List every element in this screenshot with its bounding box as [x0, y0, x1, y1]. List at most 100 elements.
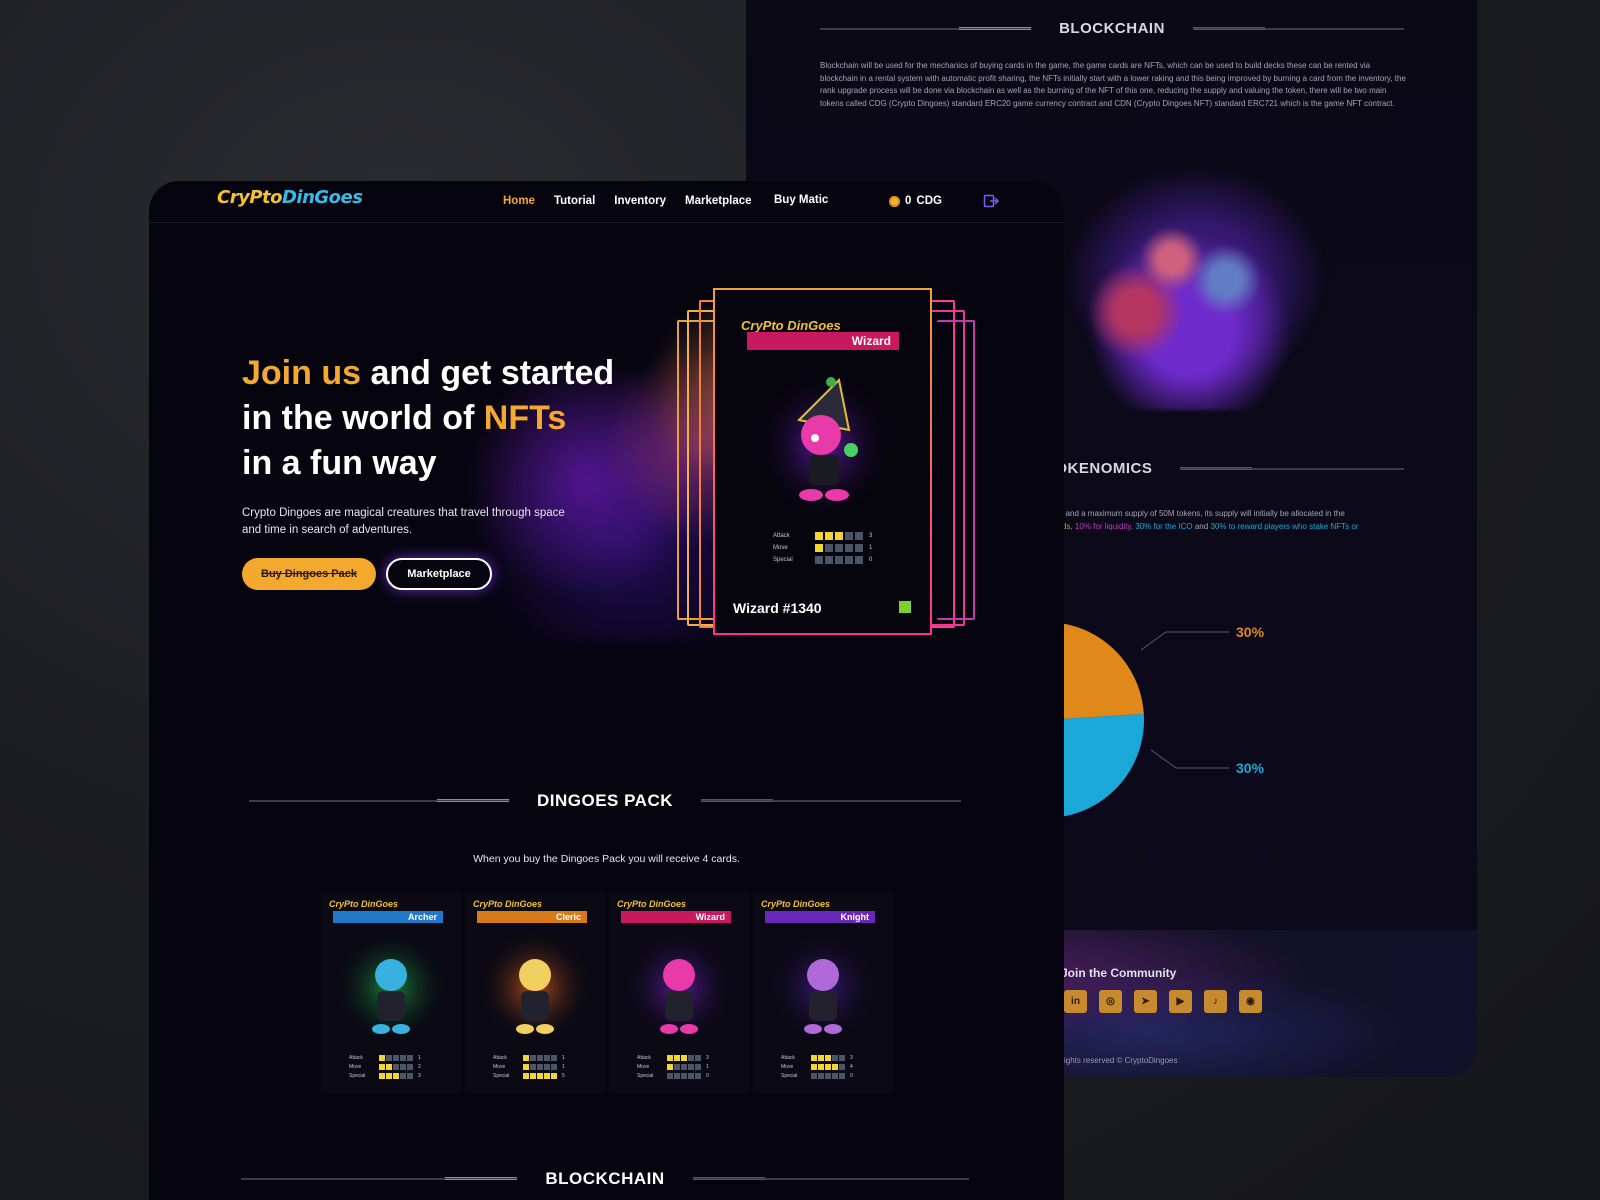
nav-link-marketplace[interactable]: Marketplace — [685, 195, 751, 207]
pack-card-knight[interactable]: CryPto DinGoes Knight Attack 3 Move 4 Special 0 — [753, 893, 893, 1093]
stat-pip — [551, 1072, 557, 1079]
stat-label: Attack — [781, 1054, 795, 1061]
nav-link-home[interactable]: Home — [503, 195, 535, 207]
stat-pip — [818, 1072, 824, 1079]
cdg-balance: 0 CDG — [889, 195, 942, 207]
stat-pip — [667, 1072, 673, 1079]
pack-card-archer[interactable]: CryPto DinGoes Archer Attack 1 Move 2 Special 3 — [321, 893, 461, 1093]
card-logo: CryPto DinGoes — [617, 899, 687, 909]
logo-text-crypto: CryPto — [217, 187, 282, 208]
dingoes-pack-subtitle: When you buy the Dingoes Pack you will r… — [473, 853, 740, 865]
stat-pip — [393, 1072, 399, 1079]
marketplace-button[interactable]: Marketplace — [386, 558, 492, 590]
card-stats: Attack 3 Move 1 Special 0 — [637, 1053, 709, 1080]
stat-label: Attack — [637, 1054, 651, 1061]
card-stack-layer — [937, 320, 975, 620]
community-title: Join the Community — [1061, 966, 1177, 980]
stat-value: 3 — [869, 533, 873, 539]
blockchain-heading-row: BLOCKCHAIN — [241, 1169, 969, 1189]
card-stats: Attack 3 Move 1 Special 0 — [773, 530, 872, 566]
nav-link-tutorial[interactable]: Tutorial — [554, 195, 595, 207]
wizard-nft-card[interactable]: CryPto DinGoes Wizard Attack 3 Move 1 Sp… — [713, 288, 932, 635]
stat-pip — [845, 556, 853, 564]
buy-dingoes-pack-button[interactable]: Buy Dingoes Pack — [242, 558, 376, 590]
stat-value: 3 — [418, 1072, 421, 1079]
stat-value: 1 — [562, 1063, 565, 1070]
card-stats: Attack 3 Move 4 Special 0 — [781, 1053, 853, 1080]
stat-pip — [835, 532, 843, 540]
stat-pip — [379, 1054, 385, 1061]
linkedin-icon[interactable]: in — [1064, 990, 1087, 1013]
stat-label: Move — [493, 1063, 506, 1070]
divider-line — [820, 26, 1032, 31]
crypto-dingoes-logo[interactable]: CryPtoDinGoes — [217, 187, 363, 208]
stat-value: 1 — [562, 1054, 565, 1061]
wizard-stat-special: Special 0 — [637, 1071, 709, 1080]
knight-character-art — [765, 929, 881, 1045]
stat-value: 0 — [850, 1072, 853, 1079]
wizard-character-art — [621, 929, 737, 1045]
archer-stat-attack: Attack 1 — [349, 1053, 421, 1062]
stat-pip — [825, 556, 833, 564]
stat-pip — [400, 1072, 406, 1079]
stat-pip — [393, 1063, 399, 1070]
stat-pip — [530, 1063, 536, 1070]
pack-card-wizard[interactable]: CryPto DinGoes Wizard Attack 3 Move 1 Special 0 — [609, 893, 749, 1093]
divider-line — [692, 1177, 969, 1181]
tiktok-icon[interactable]: ♪ — [1204, 990, 1227, 1013]
buy-matic-link[interactable]: Buy Matic — [774, 194, 828, 206]
stat-label: Attack — [773, 533, 790, 539]
stat-pip — [407, 1063, 413, 1070]
heading-accent-join: Join us — [242, 354, 362, 392]
stat-value: 3 — [706, 1054, 709, 1061]
discord-icon[interactable]: ◉ — [1239, 990, 1262, 1013]
stat-pip — [544, 1072, 550, 1079]
hero-subtitle: Crypto Dingoes are magical creatures tha… — [242, 507, 565, 536]
archer-character-art — [333, 929, 449, 1045]
stat-pip — [832, 1054, 838, 1061]
heading-accent-nfts: NFTs — [483, 399, 567, 437]
wizard-stat-attack: Attack 3 — [637, 1053, 709, 1062]
pie-label-1: 30% — [1236, 760, 1265, 776]
stat-pip — [407, 1072, 413, 1079]
stat-label: Special — [781, 1072, 798, 1079]
stat-pip — [845, 532, 853, 540]
blockchain-description: Blockchain will be used for the mechanic… — [820, 61, 1406, 108]
stat-pip — [379, 1063, 385, 1070]
stat-pip — [551, 1063, 557, 1070]
stat-label: Attack — [349, 1054, 363, 1061]
stat-pip — [839, 1054, 845, 1061]
stat-value: 4 — [850, 1063, 853, 1070]
card-chip-icon — [899, 601, 911, 613]
stat-pip — [695, 1054, 701, 1061]
tokenomics-ico: 30% for the ICO — [1135, 521, 1193, 531]
stat-value: 0 — [706, 1072, 709, 1079]
card-logo: CryPto DinGoes — [761, 899, 831, 909]
youtube-icon[interactable]: ▶ — [1169, 990, 1192, 1013]
nav-link-inventory[interactable]: Inventory — [614, 195, 666, 207]
stat-value: 5 — [562, 1072, 565, 1079]
tokenomics-staking: 30% to reward players who stake NFTs or — [1210, 521, 1359, 531]
tokenomics-and: and — [1194, 521, 1209, 531]
stat-pip — [825, 1072, 831, 1079]
blockchain-heading: BLOCKCHAIN — [1059, 20, 1165, 37]
featured-stat-attack: Attack 3 — [773, 530, 872, 542]
pack-card-cleric[interactable]: CryPto DinGoes Cleric Attack 1 Move 1 Special 5 — [465, 893, 605, 1093]
stat-pip — [667, 1054, 673, 1061]
knight-stat-move: Move 4 — [781, 1062, 853, 1071]
stat-pip — [835, 544, 843, 552]
stat-pip — [523, 1054, 529, 1061]
tokenomics-liquidity: 10% for liquidity, — [1074, 521, 1134, 531]
logout-icon[interactable] — [983, 193, 999, 209]
dingoes-pack-heading: DINGOES PACK — [536, 791, 674, 810]
telegram-icon[interactable]: ➤ — [1134, 990, 1157, 1013]
stat-label: Move — [349, 1063, 362, 1070]
stat-value: 0 — [869, 557, 873, 563]
instagram-icon[interactable]: ◎ — [1099, 990, 1122, 1013]
stat-pip — [818, 1054, 824, 1061]
pie-label-0: 30% — [1236, 624, 1265, 640]
divider-line — [241, 1177, 518, 1181]
featured-card-stack: CryPto DinGoes Wizard Attack 3 Move 1 Sp… — [677, 288, 977, 638]
top-navbar: CryPtoDinGoes Home Tutorial Inventory Ma… — [149, 181, 1064, 223]
cleric-stat-move: Move 1 — [493, 1062, 565, 1071]
